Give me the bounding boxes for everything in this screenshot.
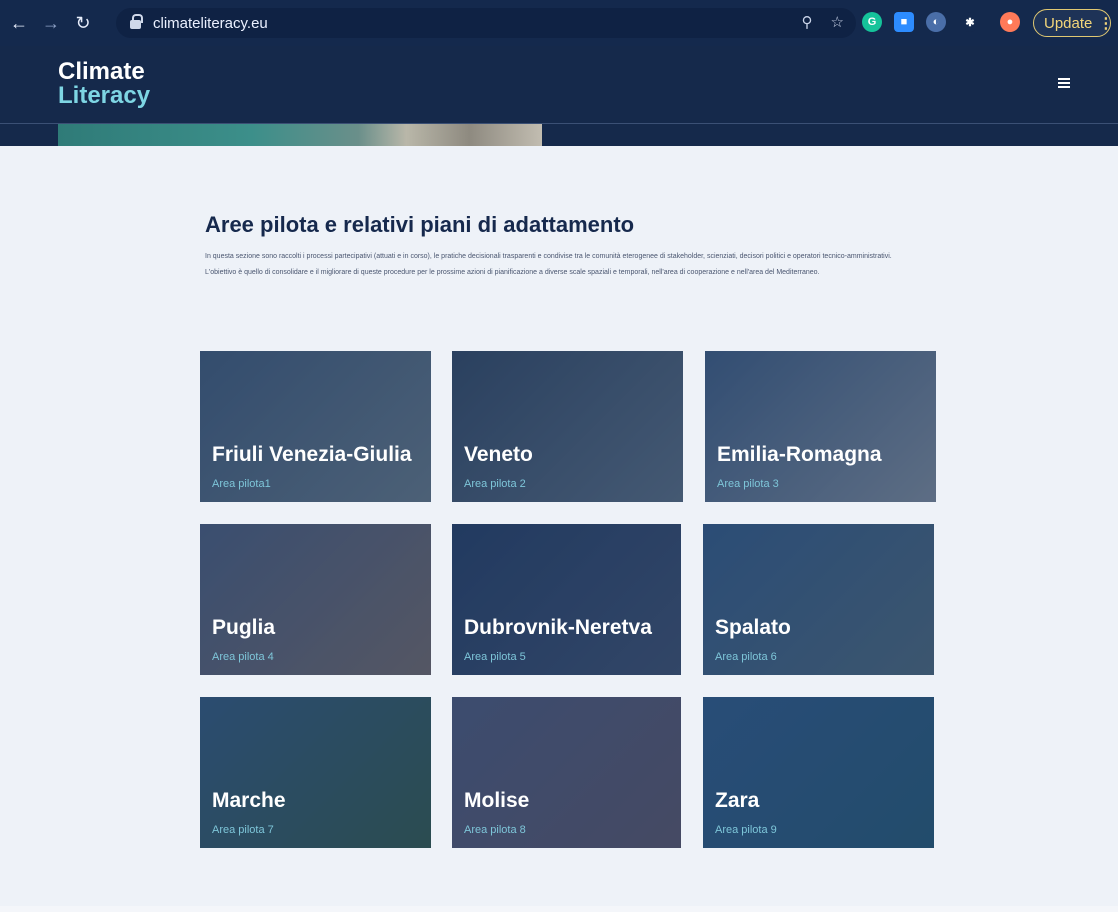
zoom-icon[interactable]: ⚲ — [802, 13, 813, 31]
card-title: Veneto — [464, 443, 533, 466]
card-subtitle: Area pilota 6 — [715, 651, 777, 663]
card-title: Spalato — [715, 616, 791, 639]
pilot-area-card[interactable]: Puglia Area pilota 4 — [200, 524, 431, 675]
intro-text: In questa sezione sono raccolti i proces… — [205, 253, 905, 285]
site-header: Climate Literacy — [0, 46, 1118, 124]
site-logo[interactable]: Climate Literacy — [58, 60, 150, 108]
card-subtitle: Area pilota 8 — [464, 824, 526, 836]
more-options-icon: ⋮ — [1098, 15, 1114, 32]
update-button[interactable]: Update ⋮ — [1033, 9, 1114, 37]
address-bar[interactable]: climateliteracy.eu ⚲ ☆ — [116, 8, 856, 38]
card-title: Puglia — [212, 616, 276, 639]
lock-icon — [130, 14, 143, 29]
forward-arrow-icon[interactable]: → — [38, 10, 64, 36]
card-title: Marche — [212, 789, 286, 812]
card-subtitle: Area pilota 4 — [212, 651, 274, 663]
pilot-area-card[interactable]: Dubrovnik-Neretva Area pilota 5 — [452, 524, 681, 675]
hero-strip — [0, 124, 1118, 146]
extension-icon[interactable]: ◐ — [926, 12, 946, 32]
intro-paragraph-2: L'obiettivo è quello di consolidare e il… — [205, 269, 820, 276]
intro-paragraph-1: In questa sezione sono raccolti i proces… — [205, 253, 892, 260]
puzzle-icon[interactable]: ✱ — [960, 12, 980, 32]
url-text: climateliteracy.eu — [153, 14, 268, 32]
pilot-area-card[interactable]: Molise Area pilota 8 — [452, 697, 681, 848]
browser-toolbar: ← → ↻ climateliteracy.eu ⚲ ☆ G ■ ◐ ✱ ● U… — [0, 0, 1118, 46]
grammarly-extension-icon[interactable]: G — [862, 12, 882, 32]
pilot-area-card[interactable]: Spalato Area pilota 6 — [703, 524, 934, 675]
bookmark-star-icon[interactable]: ☆ — [831, 13, 844, 31]
profile-avatar-icon[interactable]: ● — [1000, 12, 1020, 32]
hamburger-menu-icon[interactable] — [1058, 78, 1070, 88]
back-arrow-icon[interactable]: ← — [6, 10, 32, 36]
pilot-area-card[interactable]: Veneto Area pilota 2 — [452, 351, 683, 502]
card-title: Zara — [715, 789, 760, 812]
card-subtitle: Area pilota 9 — [715, 824, 777, 836]
reload-icon[interactable]: ↻ — [70, 10, 96, 36]
card-title: Molise — [464, 789, 530, 812]
page-title: Aree pilota e relativi piani di adattame… — [205, 212, 635, 237]
pilot-area-card[interactable]: Marche Area pilota 7 — [200, 697, 431, 848]
card-subtitle: Area pilota1 — [212, 478, 271, 490]
card-title: Emilia-Romagna — [717, 443, 882, 466]
card-subtitle: Area pilota 2 — [464, 478, 526, 490]
zoom-extension-icon[interactable]: ■ — [894, 12, 914, 32]
hero-image — [58, 124, 542, 146]
card-subtitle: Area pilota 5 — [464, 651, 526, 663]
pilot-area-card[interactable]: Emilia-Romagna Area pilota 3 — [705, 351, 936, 502]
card-title: Friuli Venezia-Giulia — [212, 443, 412, 466]
card-subtitle: Area pilota 3 — [717, 478, 779, 490]
pilot-area-card[interactable]: Friuli Venezia-Giulia Area pilota1 — [200, 351, 431, 502]
card-title: Dubrovnik-Neretva — [464, 616, 652, 639]
pilot-area-card[interactable]: Zara Area pilota 9 — [703, 697, 934, 848]
card-subtitle: Area pilota 7 — [212, 824, 274, 836]
page-bottom — [0, 906, 1118, 912]
